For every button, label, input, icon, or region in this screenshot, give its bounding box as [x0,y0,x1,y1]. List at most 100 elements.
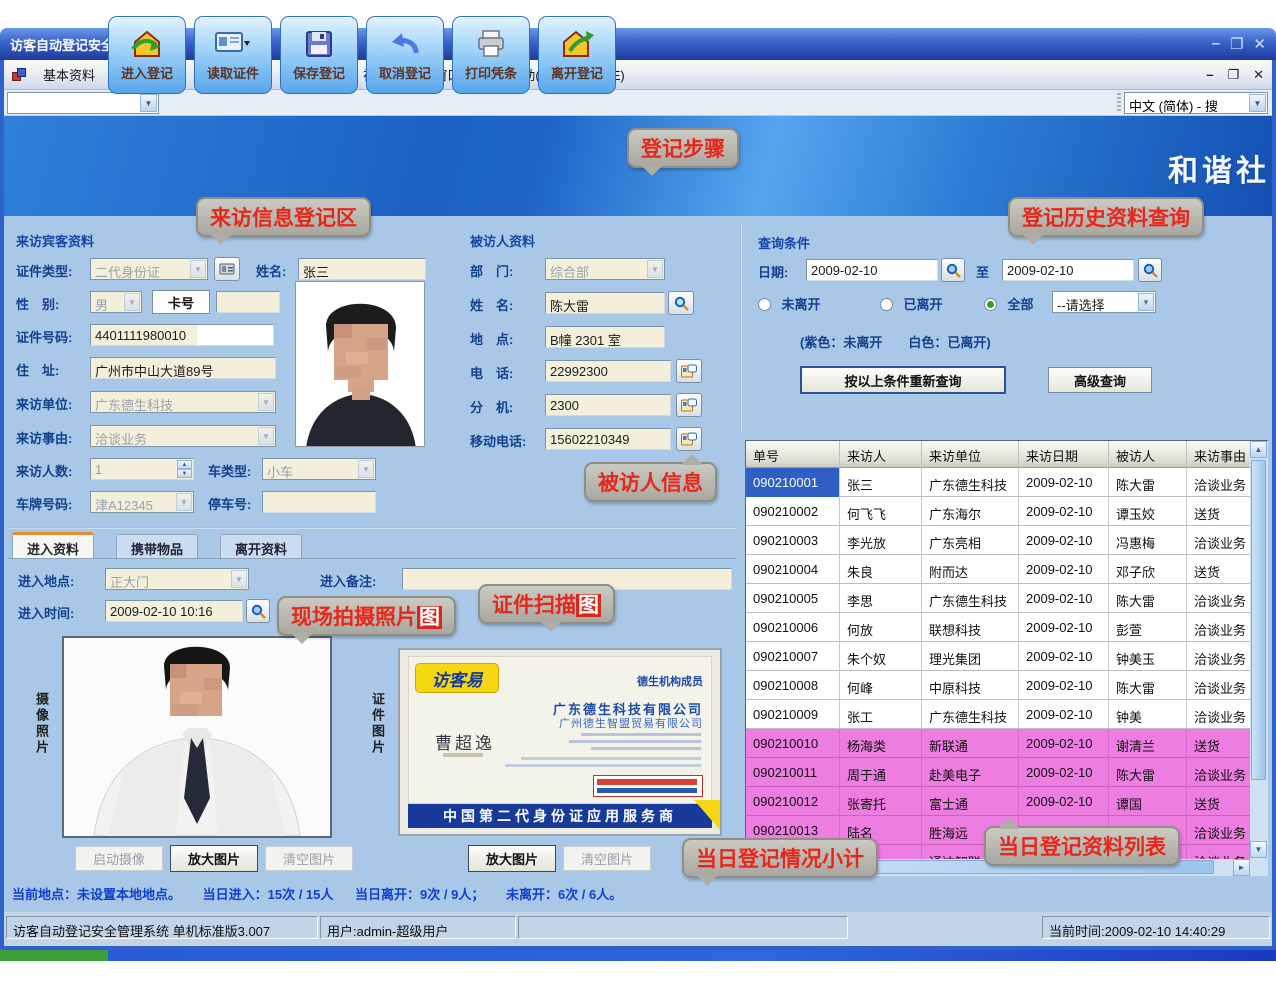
table-cell-company[interactable]: 新联通 [922,729,1019,758]
table-cell-visited[interactable]: 谭玉姣 [1109,497,1187,526]
table-cell-visited[interactable]: 陈大雷 [1109,584,1187,613]
clear-card-button[interactable]: 清空图片 [563,846,651,871]
read-id-button[interactable]: 读取证件 [194,16,272,94]
table-cell-date[interactable]: 2009-02-10 [1019,468,1109,497]
radio-left[interactable]: 已离开 [880,294,942,314]
radio-circle[interactable] [758,298,771,311]
table-cell-id[interactable]: 090210011 [746,758,840,787]
table-cell-date[interactable]: 2009-02-10 [1019,787,1109,816]
dial-phone-button[interactable] [676,359,702,383]
plate-combobox[interactable]: 津A12345▼ [90,491,194,513]
table-cell-reason[interactable]: 洽谈业务 [1187,671,1251,700]
table-cell-date[interactable]: 2009-02-10 [1019,729,1109,758]
table-cell-visitor[interactable]: 周于通 [840,758,922,787]
language-bar-grip[interactable] [1117,93,1121,113]
table-cell-visitor[interactable]: 张工 [840,700,922,729]
table-cell-visited[interactable]: 钟美玉 [1109,642,1187,671]
table-cell-company[interactable]: 联想科技 [922,613,1019,642]
table-cell-company[interactable]: 广东海尔 [922,497,1019,526]
table-cell-reason[interactable]: 洽谈业务 [1187,845,1251,859]
save-register-button[interactable]: 保存登记 [280,16,358,94]
table-cell-id[interactable]: 090210001 [746,468,840,497]
vehicle-type-combobox[interactable]: 小车▼ [262,458,376,480]
table-cell-visited[interactable]: 谭国 [1109,787,1187,816]
table-cell-visitor[interactable]: 朱良 [840,555,922,584]
table-cell-visitor[interactable]: 何飞飞 [840,497,922,526]
zoom-photo-button[interactable]: 放大图片 [170,845,258,872]
chevron-down-icon[interactable]: ▼ [1138,293,1154,311]
chevron-down-icon[interactable]: ▼ [1249,94,1266,112]
table-cell-visited[interactable]: 冯惠梅 [1109,526,1187,555]
table-row[interactable]: 090210002何飞飞广东海尔2009-02-10谭玉姣送货 [746,497,1251,526]
table-cell-id[interactable]: 090210003 [746,526,840,555]
table-cell-reason[interactable]: 送货 [1187,555,1251,584]
visitor-count-stepper[interactable]: 1 ▲▼ [90,458,194,480]
table-cell-company[interactable]: 广东德生科技 [922,700,1019,729]
table-row[interactable]: 090210005李思广东德生科技2009-02-10陈大雷洽谈业务 [746,584,1251,613]
table-cell-visited[interactable]: 陈大雷 [1109,468,1187,497]
date-from-field[interactable]: 2009-02-10 [806,259,938,281]
table-cell-company[interactable]: 广东德生科技 [922,584,1019,613]
table-cell-visited[interactable]: 陈大雷 [1109,671,1187,700]
table-cell-date[interactable]: 2009-02-10 [1019,555,1109,584]
table-cell-reason[interactable]: 洽谈业务 [1187,584,1251,613]
table-cell-visitor[interactable]: 张三 [840,468,922,497]
card-number-field[interactable] [216,291,280,313]
table-cell-date[interactable]: 2009-02-10 [1019,671,1109,700]
mdi-close-icon[interactable]: ✕ [1253,67,1264,83]
search-person-button[interactable] [668,291,694,315]
entry-place-combobox[interactable]: 正大门▼ [105,568,249,590]
table-cell-id[interactable]: 090210006 [746,613,840,642]
clear-photo-button[interactable]: 清空图片 [265,846,353,871]
scroll-down-icon[interactable]: ▼ [1250,841,1267,858]
table-cell-visited[interactable]: 谢清兰 [1109,729,1187,758]
table-cell-visitor[interactable]: 朱个奴 [840,642,922,671]
table-cell-date[interactable]: 2009-02-10 [1019,497,1109,526]
table-cell-visitor[interactable]: 张寄托 [840,787,922,816]
mobile-field[interactable]: 15602210349 [545,428,671,450]
table-row[interactable]: 090210007朱个奴理光集团2009-02-10钟美玉洽谈业务 [746,642,1251,671]
advanced-query-button[interactable]: 高级查询 [1048,367,1152,393]
table-row[interactable]: 090210011周于通赴美电子2009-02-10陈大雷洽谈业务 [746,758,1251,787]
table-cell-reason[interactable]: 洽谈业务 [1187,642,1251,671]
requery-button[interactable]: 按以上条件重新查询 [800,366,1006,394]
tab-carried-items[interactable]: 携带物品 [116,534,198,558]
tab-leave-data[interactable]: 离开资料 [220,534,302,558]
table-cell-reason[interactable]: 洽谈业务 [1187,468,1251,497]
table-cell-date[interactable]: 2009-02-10 [1019,613,1109,642]
table-cell-visitor[interactable]: 杨海类 [840,729,922,758]
column-header-company[interactable]: 来访单位 [922,441,1019,468]
table-cell-visited[interactable]: 陈大雷 [1109,758,1187,787]
chevron-down-icon[interactable]: ▼ [140,94,157,112]
table-cell-id[interactable]: 090210007 [746,642,840,671]
scroll-up-icon[interactable]: ▲ [1250,441,1267,458]
dial-ext-button[interactable] [676,393,702,417]
table-cell-company[interactable]: 中原科技 [922,671,1019,700]
id-type-combobox[interactable]: 二代身份证▼ [90,258,208,280]
table-row[interactable]: 090210001张三广东德生科技2009-02-10陈大雷洽谈业务 [746,468,1251,497]
radio-circle-selected[interactable] [984,298,997,311]
visit-company-combobox[interactable]: 广东德生科技▼ [90,391,276,413]
table-cell-id[interactable]: 090210008 [746,671,840,700]
card-number-button[interactable]: 卡号 [152,290,210,314]
table-cell-company[interactable]: 广东亮相 [922,526,1019,555]
table-cell-company[interactable]: 理光集团 [922,642,1019,671]
table-cell-id[interactable]: 090210004 [746,555,840,584]
table-vscrollbar[interactable]: ▲ ▼ [1250,441,1268,859]
table-cell-date[interactable]: 2009-02-10 [1019,526,1109,555]
column-header-visitor[interactable]: 来访人 [840,441,922,468]
restore-icon[interactable]: ❐ [1230,35,1243,53]
table-cell-visitor[interactable]: 李思 [840,584,922,613]
quick-combobox[interactable]: ▼ [7,92,159,114]
mdi-minimize-icon[interactable]: – [1206,67,1213,83]
table-cell-id[interactable]: 090210009 [746,700,840,729]
entry-time-picker-button[interactable] [246,599,270,623]
table-cell-visited[interactable]: 邓子欣 [1109,555,1187,584]
table-cell-date[interactable]: 2009-02-10 [1019,584,1109,613]
visited-name-field[interactable]: 陈大雷 [545,292,665,314]
table-cell-id[interactable]: 090210002 [746,497,840,526]
table-cell-id[interactable]: 090210005 [746,584,840,613]
minimize-icon[interactable]: – [1212,35,1220,53]
table-row[interactable]: 090210010杨海类新联通2009-02-10谢清兰送货 [746,729,1251,758]
menu-item-basic[interactable]: 基本资料 [43,65,95,84]
